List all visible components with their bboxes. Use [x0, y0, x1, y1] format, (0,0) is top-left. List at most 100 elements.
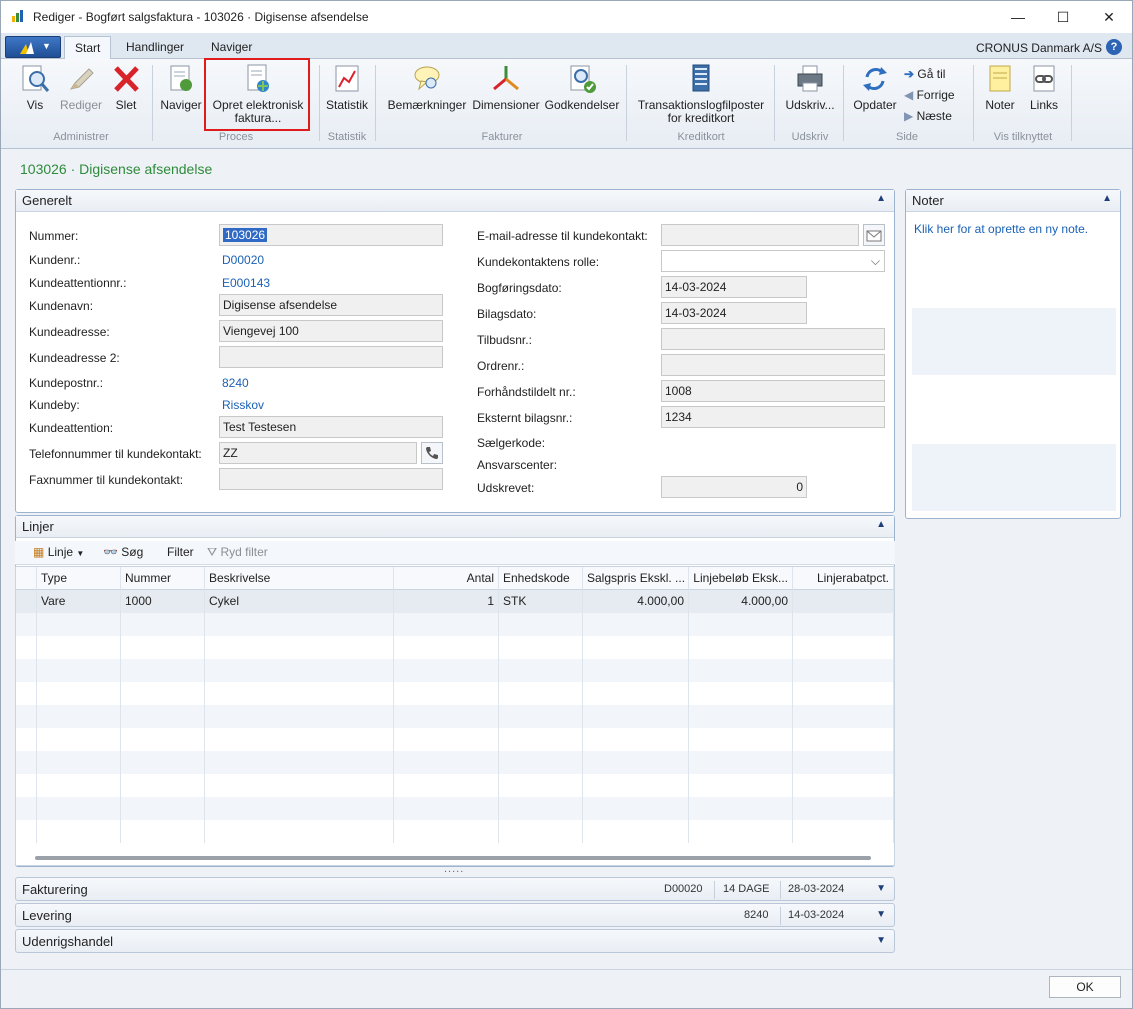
field-telefon[interactable]: ZZ	[219, 442, 417, 464]
empty-cell[interactable]	[394, 682, 499, 705]
empty-cell[interactable]	[793, 797, 894, 820]
col-header-beskrivelse[interactable]: Beskrivelse	[205, 567, 394, 590]
chevron-up-icon[interactable]: ▲	[876, 519, 886, 530]
empty-cell[interactable]	[16, 728, 37, 751]
empty-cell[interactable]	[205, 797, 394, 820]
application-menu-button[interactable]: ▼	[5, 36, 61, 58]
empty-cell[interactable]	[37, 682, 121, 705]
empty-table-row[interactable]	[16, 751, 894, 774]
field-eksternt[interactable]: 1234	[661, 406, 885, 428]
empty-cell[interactable]	[37, 751, 121, 774]
empty-cell[interactable]	[121, 751, 205, 774]
empty-cell[interactable]	[499, 636, 583, 659]
empty-cell[interactable]	[37, 820, 121, 843]
field-email[interactable]	[661, 224, 859, 246]
opdater-button[interactable]: Opdater	[850, 63, 900, 112]
col-header-linjebeloeb[interactable]: Linjebeløb Eksk...	[689, 567, 793, 590]
tab-start[interactable]: Start	[64, 36, 112, 60]
field-udskrevet[interactable]: 0	[661, 476, 807, 498]
dimensioner-button[interactable]: Dimensioner	[470, 63, 542, 112]
field-kundeattention[interactable]: Test Testesen	[219, 416, 443, 438]
link-kundenr[interactable]: D00020	[222, 253, 264, 267]
empty-cell[interactable]	[583, 705, 689, 728]
row-selector[interactable]	[16, 590, 37, 613]
empty-cell[interactable]	[394, 659, 499, 682]
minimize-button[interactable]: —	[996, 5, 1040, 29]
naviger-button[interactable]: Naviger	[159, 63, 203, 112]
empty-cell[interactable]	[394, 613, 499, 636]
bemaerkninger-button[interactable]: Bemærkninger	[386, 63, 468, 112]
empty-cell[interactable]	[37, 659, 121, 682]
field-bilagsdato[interactable]: 14-03-2024	[661, 302, 807, 324]
empty-cell[interactable]	[583, 682, 689, 705]
empty-cell[interactable]	[37, 613, 121, 636]
link-kundeby[interactable]: Risskov	[222, 398, 264, 412]
cell-linjebeloeb[interactable]: 4.000,00	[689, 590, 793, 613]
ryd-filter-button[interactable]: ⛛ Ryd filter	[207, 545, 268, 560]
fasttab-fakturering[interactable]: Fakturering D00020 14 DAGE 28-03-2024 ▼	[15, 877, 895, 901]
fasttab-levering[interactable]: Levering 8240 14-03-2024 ▼	[15, 903, 895, 927]
empty-cell[interactable]	[37, 705, 121, 728]
send-email-button[interactable]	[863, 224, 885, 246]
empty-cell[interactable]	[499, 613, 583, 636]
linje-menu-button[interactable]: ▦ Linje ▼	[33, 545, 84, 559]
field-tilbudsnr[interactable]	[661, 328, 885, 350]
horizontal-scrollbar[interactable]	[35, 856, 871, 860]
empty-cell[interactable]	[793, 705, 894, 728]
empty-cell[interactable]	[499, 751, 583, 774]
empty-cell[interactable]	[689, 636, 793, 659]
empty-table-row[interactable]	[16, 705, 894, 728]
col-header-linjerabatpct[interactable]: Linjerabatpct.	[793, 567, 894, 590]
empty-cell[interactable]	[499, 728, 583, 751]
empty-cell[interactable]	[394, 728, 499, 751]
empty-cell[interactable]	[205, 636, 394, 659]
cell-beskrivelse[interactable]: Cykel	[205, 590, 394, 613]
empty-cell[interactable]	[121, 797, 205, 820]
empty-cell[interactable]	[499, 774, 583, 797]
empty-cell[interactable]	[499, 705, 583, 728]
empty-cell[interactable]	[499, 820, 583, 843]
dropdown-rolle[interactable]: ⌵	[661, 250, 885, 272]
empty-cell[interactable]	[689, 751, 793, 774]
empty-table-row[interactable]	[16, 797, 894, 820]
naeste-button[interactable]: ▶ Næste	[904, 107, 952, 125]
empty-cell[interactable]	[583, 659, 689, 682]
empty-cell[interactable]	[394, 636, 499, 659]
empty-cell[interactable]	[583, 613, 689, 636]
col-header-nummer[interactable]: Nummer	[121, 567, 205, 590]
soeg-button[interactable]: 👓 Søg	[103, 545, 143, 559]
empty-cell[interactable]	[121, 820, 205, 843]
link-kundeattentionnr[interactable]: E000143	[222, 276, 270, 290]
empty-cell[interactable]	[689, 705, 793, 728]
rediger-button[interactable]: Rediger	[59, 63, 103, 112]
empty-cell[interactable]	[583, 751, 689, 774]
empty-cell[interactable]	[121, 705, 205, 728]
forrige-button[interactable]: ◀ Forrige	[904, 86, 955, 104]
empty-cell[interactable]	[16, 659, 37, 682]
empty-table-row[interactable]	[16, 820, 894, 843]
empty-cell[interactable]	[394, 705, 499, 728]
empty-cell[interactable]	[121, 682, 205, 705]
cell-salgspris[interactable]: 4.000,00	[583, 590, 689, 613]
links-button[interactable]: Links	[1025, 63, 1063, 112]
chevron-up-icon[interactable]: ▲	[1102, 193, 1112, 204]
empty-cell[interactable]	[205, 682, 394, 705]
empty-cell[interactable]	[793, 682, 894, 705]
empty-cell[interactable]	[16, 636, 37, 659]
empty-cell[interactable]	[37, 728, 121, 751]
empty-cell[interactable]	[37, 636, 121, 659]
cell-type[interactable]: Vare	[37, 590, 121, 613]
new-note-link[interactable]: Klik her for at oprette en ny note.	[914, 222, 1088, 236]
field-bogforingsdato[interactable]: 14-03-2024	[661, 276, 807, 298]
udskriv-button[interactable]: Udskriv...	[783, 63, 837, 112]
empty-cell[interactable]	[689, 797, 793, 820]
empty-cell[interactable]	[121, 613, 205, 636]
empty-cell[interactable]	[16, 751, 37, 774]
empty-cell[interactable]	[205, 705, 394, 728]
col-header-enhedskode[interactable]: Enhedskode	[499, 567, 583, 590]
empty-cell[interactable]	[394, 797, 499, 820]
empty-cell[interactable]	[121, 728, 205, 751]
slet-button[interactable]: Slet	[110, 63, 142, 112]
empty-cell[interactable]	[37, 774, 121, 797]
help-icon[interactable]: ?	[1106, 39, 1122, 55]
